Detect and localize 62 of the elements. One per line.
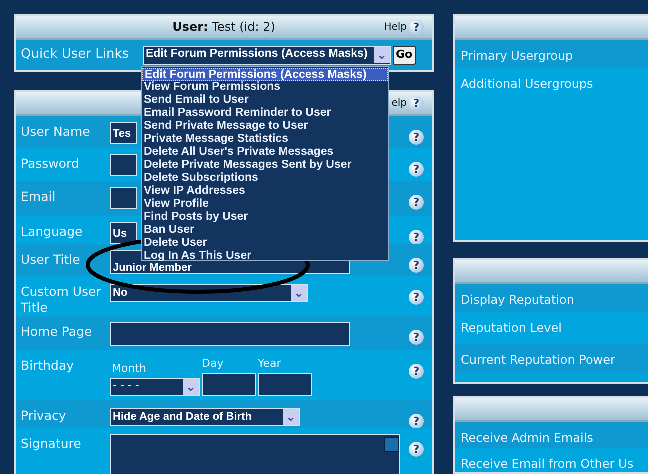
field-label: Receive Email from Other Us xyxy=(461,457,634,471)
text-field[interactable] xyxy=(110,322,350,346)
dropdown-option[interactable]: Delete All User's Private Messages xyxy=(142,146,388,159)
select-field[interactable]: Hide Age and Date of Birth ⌄ xyxy=(110,408,300,426)
dropdown-option[interactable]: Delete User xyxy=(142,237,388,250)
field-label: Quick User Links xyxy=(21,46,130,64)
panel-title: User: Test (id: 2) xyxy=(172,19,276,36)
dropdown-option[interactable]: Edit Forum Permissions (Access Masks) xyxy=(142,68,388,81)
field-label: User Title xyxy=(20,251,82,269)
dropdown-option[interactable]: Delete Private Messages Sent by User xyxy=(142,159,388,172)
dropdown-option[interactable]: View Profile xyxy=(142,198,388,211)
month-select[interactable]: - - - - ⌄ xyxy=(110,378,200,396)
field-label: Password xyxy=(20,155,80,173)
help-link[interactable]: elp xyxy=(392,96,407,111)
dropdown-option[interactable]: Ban User xyxy=(142,224,388,237)
field-label: Reputation Level xyxy=(461,321,562,335)
text-field[interactable] xyxy=(110,154,137,176)
dropdown-option[interactable]: View IP Addresses xyxy=(142,185,388,198)
field-label: Email xyxy=(20,188,57,206)
field-label: Language xyxy=(20,223,84,241)
scrollbar-button xyxy=(384,437,399,452)
field-label: Month xyxy=(111,361,148,377)
year-field[interactable] xyxy=(258,372,312,396)
dropdown-option[interactable]: Send Private Message to User xyxy=(142,120,388,133)
help-icon[interactable]: ? xyxy=(409,195,424,210)
help-icon[interactable]: ? xyxy=(409,364,424,379)
field-label: Receive Admin Emails xyxy=(461,431,594,445)
text-field[interactable]: Us xyxy=(110,222,137,244)
field-label: Signature xyxy=(20,435,82,453)
dropdown-option[interactable]: Email Password Reminder to User xyxy=(142,107,388,120)
help-icon[interactable]: ? xyxy=(409,130,424,145)
field-label: Primary Usergroup xyxy=(461,49,574,63)
day-field[interactable] xyxy=(202,372,256,396)
help-icon[interactable]: ? xyxy=(409,230,424,245)
field-label: Birthday xyxy=(20,357,76,375)
quick-links-select[interactable]: Edit Forum Permissions (Access Masks) ⌄ xyxy=(143,46,391,64)
text-field[interactable] xyxy=(110,187,137,209)
field-label: Privacy xyxy=(20,407,68,425)
text-field[interactable]: Tes xyxy=(110,122,137,144)
field-label: Year xyxy=(258,356,282,372)
field-label: User Name xyxy=(20,123,92,141)
dropdown-option[interactable]: Send Email to User xyxy=(142,94,388,107)
field-label: Custom User Title xyxy=(20,283,102,316)
help-icon[interactable]: ? xyxy=(409,414,424,429)
help-icon[interactable]: ? xyxy=(409,96,424,111)
field-label: Home Page xyxy=(20,323,94,341)
field-label: Additional Usergroups xyxy=(461,77,594,91)
help-icon[interactable]: ? xyxy=(409,20,424,35)
help-icon[interactable]: ? xyxy=(409,442,424,457)
help-link[interactable]: Help xyxy=(384,20,407,35)
dropdown-option[interactable]: Find Posts by User xyxy=(142,211,388,224)
field-label: Display Reputation xyxy=(461,293,574,307)
go-button[interactable]: Go xyxy=(393,46,416,64)
help-icon[interactable]: ? xyxy=(409,162,424,177)
help-icon[interactable]: ? xyxy=(409,258,424,273)
help-icon[interactable]: ? xyxy=(409,330,424,345)
dropdown-option[interactable]: Delete Subscriptions xyxy=(142,172,388,185)
help-icon[interactable]: ? xyxy=(409,290,424,305)
dropdown-option[interactable]: View Forum Permissions xyxy=(142,81,388,94)
field-label: Current Reputation Power xyxy=(461,353,616,367)
field-label: Day xyxy=(202,356,225,372)
dropdown-option[interactable]: Private Message Statistics xyxy=(142,133,388,146)
